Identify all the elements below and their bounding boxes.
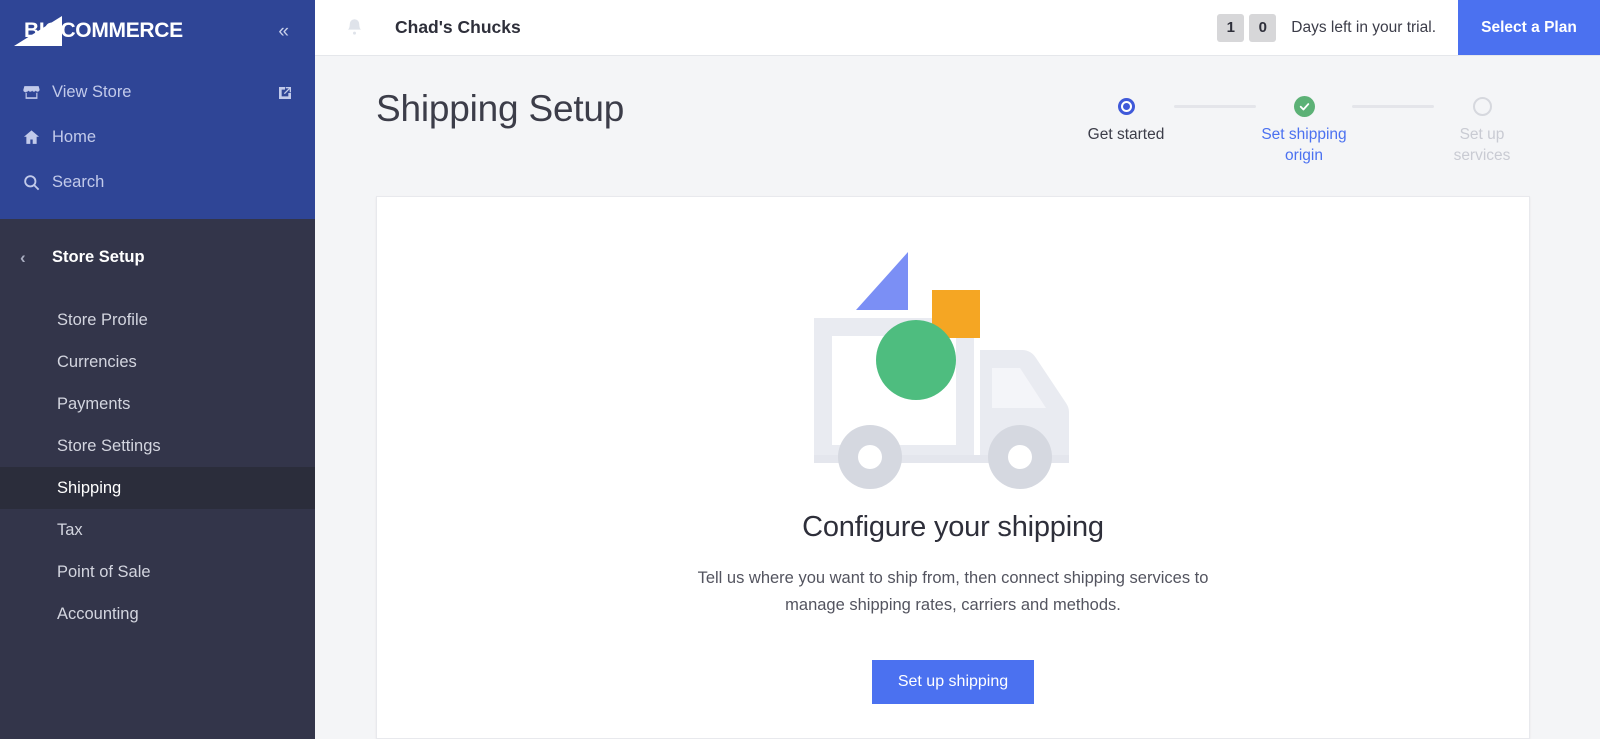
step-label: Get started (1076, 125, 1176, 146)
sidebar-item-label: Tax (57, 521, 83, 540)
page-title: Shipping Setup (376, 86, 624, 132)
sidebar-section-label: Store Setup (52, 248, 145, 267)
empty-state-body: Tell us where you want to ship from, the… (673, 565, 1233, 618)
step-marker-done (1294, 95, 1315, 117)
sidebar-item-store-profile[interactable]: Store Profile (0, 299, 315, 341)
trial-text: Days left in your trial. (1291, 19, 1436, 37)
sidebar-item-store-settings[interactable]: Store Settings (0, 425, 315, 467)
nav-item-home[interactable]: Home (0, 115, 315, 160)
sidebar-item-point-of-sale[interactable]: Point of Sale (0, 551, 315, 593)
delivery-truck-illustration (808, 240, 1098, 505)
check-circle-icon (1294, 96, 1315, 117)
sidebar-item-label: Shipping (57, 479, 121, 498)
sidebar-item-payments[interactable]: Payments (0, 383, 315, 425)
sidebar-section-store-setup[interactable]: ‹ Store Setup (0, 219, 315, 295)
step-marker-upcoming (1473, 95, 1492, 117)
step-label: Set up services (1432, 125, 1532, 167)
primary-nav: View Store Home Search (0, 62, 315, 219)
current-step-dot-icon (1118, 98, 1135, 115)
empty-circle-icon (1473, 97, 1492, 116)
store-name: Chad's Chucks (395, 17, 521, 38)
page-header: Shipping Setup Get started Set shipp (315, 56, 1600, 167)
search-icon (22, 173, 52, 192)
empty-state-card: Configure your shipping Tell us where yo… (376, 196, 1530, 739)
sidebar-item-tax[interactable]: Tax (0, 509, 315, 551)
step-connector (1352, 105, 1434, 108)
nav-label: Search (52, 173, 104, 192)
sidebar-item-label: Store Settings (57, 437, 161, 456)
nav-label: Home (52, 128, 96, 147)
sidebar-sub-nav: Store Profile Currencies Payments Store … (0, 295, 315, 635)
bell-icon[interactable] (337, 17, 371, 38)
step-marker-current (1118, 95, 1135, 117)
step-connector (1174, 105, 1256, 108)
nav-item-view-store[interactable]: View Store (0, 70, 315, 115)
external-link-icon[interactable] (277, 85, 293, 101)
sidebar-item-label: Payments (57, 395, 130, 414)
sidebar-item-label: Store Profile (57, 311, 148, 330)
set-up-shipping-button[interactable]: Set up shipping (872, 660, 1034, 704)
store-icon (22, 83, 52, 102)
nav-item-search[interactable]: Search (0, 160, 315, 205)
sidebar-item-shipping[interactable]: Shipping (0, 467, 315, 509)
sidebar-item-label: Currencies (57, 353, 137, 372)
sidebar-item-label: Accounting (57, 605, 139, 624)
main-area: Chad's Chucks 1 0 Days left in your tria… (315, 0, 1600, 739)
chevron-left-icon[interactable]: ‹ (20, 249, 52, 266)
trial-digit-ones: 0 (1249, 14, 1276, 42)
step-set-up-services[interactable]: Set up services (1434, 95, 1530, 167)
home-icon (22, 128, 52, 147)
step-set-shipping-origin[interactable]: Set shipping origin (1256, 95, 1352, 167)
empty-state-heading: Configure your shipping (802, 511, 1104, 544)
sidebar-item-label: Point of Sale (57, 563, 151, 582)
sidebar: BIGCOMMERCE « View Store (0, 0, 315, 739)
bigcommerce-logo[interactable]: BIGCOMMERCE (14, 14, 183, 48)
select-a-plan-button[interactable]: Select a Plan (1458, 0, 1600, 55)
logo-text: BIGCOMMERCE (14, 19, 183, 43)
sidebar-brand-section: BIGCOMMERCE « View Store (0, 0, 315, 219)
nav-label: View Store (52, 83, 132, 102)
setup-stepper: Get started Set shipping origin (1078, 86, 1530, 167)
logo-big: BIG (24, 19, 60, 42)
sidebar-item-accounting[interactable]: Accounting (0, 593, 315, 635)
step-label[interactable]: Set shipping origin (1254, 125, 1354, 167)
app-root: BIGCOMMERCE « View Store (0, 0, 1600, 739)
step-get-started[interactable]: Get started (1078, 95, 1174, 146)
brand-row: BIGCOMMERCE « (0, 0, 315, 62)
double-chevron-left-icon[interactable]: « (272, 18, 293, 45)
sidebar-item-currencies[interactable]: Currencies (0, 341, 315, 383)
trial-status: 1 0 Days left in your trial. Select a Pl… (1217, 0, 1600, 55)
top-bar: Chad's Chucks 1 0 Days left in your tria… (315, 0, 1600, 56)
trial-digit-tens: 1 (1217, 14, 1244, 42)
logo-commerce: COMMERCE (60, 19, 182, 42)
